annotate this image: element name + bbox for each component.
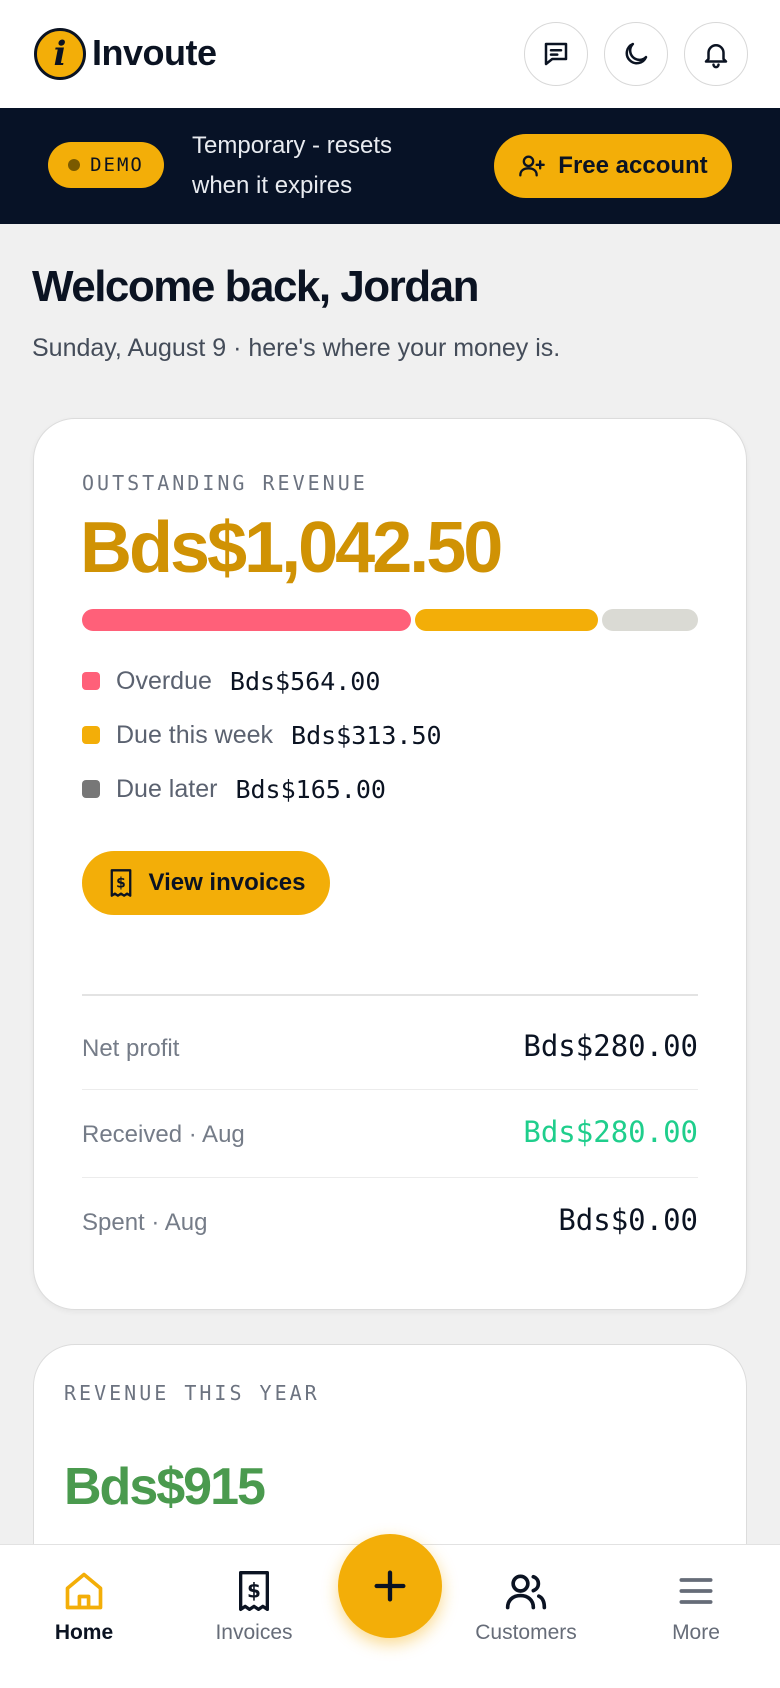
revenue-year-label: REVENUE THIS YEAR <box>64 1381 320 1405</box>
moon-icon <box>625 42 648 65</box>
page-title: Welcome back, Jordan <box>32 262 480 311</box>
due-this-week-dot <box>82 726 100 744</box>
due-later-dot <box>82 780 100 798</box>
home-icon <box>65 1572 103 1610</box>
add-user-icon <box>519 155 546 177</box>
nav-customers-label: Customers <box>475 1621 577 1644</box>
free-account-label: Free account <box>558 152 708 179</box>
outstanding-label: OUTSTANDING REVENUE <box>82 471 368 495</box>
outstanding-total: Bds$1,042.50 <box>80 508 503 588</box>
nav-more[interactable]: More <box>626 1569 766 1645</box>
nav-invoices-label: Invoices <box>215 1621 293 1644</box>
page-subtitle: Sunday, August 9 · here's where your mon… <box>32 334 561 362</box>
free-account-button[interactable]: Free account <box>494 134 732 198</box>
due-later-segment <box>601 609 698 631</box>
demo-dot <box>68 159 81 171</box>
brand-name: Invoute <box>92 32 217 73</box>
overdue-segment <box>82 609 411 631</box>
logo[interactable]: i <box>34 28 86 80</box>
legend-due-later: Due later Bds$165.00 <box>82 771 386 807</box>
top-bar: i Invoute <box>0 0 780 108</box>
notifications-button[interactable] <box>684 22 748 86</box>
revenue-year-value: Bds$915 <box>64 1458 266 1516</box>
received-label: Received · Aug <box>82 1121 245 1148</box>
view-invoices-label: View invoices <box>148 869 306 896</box>
view-invoices-button[interactable]: $ View invoices <box>82 851 330 915</box>
plus-icon <box>374 1570 406 1602</box>
overdue-value: Bds$564.00 <box>229 666 381 696</box>
due-this-week-segment <box>414 609 598 631</box>
users-icon <box>505 1574 547 1610</box>
receipt-icon: $ <box>239 1570 269 1611</box>
demo-banner: DEMO Temporary - resets when it expires … <box>0 108 780 224</box>
spent-value: Bds$0.00 <box>558 1203 698 1237</box>
outstanding-breakdown-bar <box>82 609 698 631</box>
demo-badge-text: DEMO <box>90 154 144 176</box>
nav-more-label: More <box>672 1621 720 1644</box>
banner-message: Temporary - resets when it expires <box>192 132 393 199</box>
net-profit-label: Net profit <box>82 1035 180 1062</box>
due-this-week-label: Due this week <box>116 720 274 749</box>
receipt-icon: $ <box>110 869 131 897</box>
svg-text:$: $ <box>116 876 126 892</box>
net-profit-value: Bds$280.00 <box>523 1029 698 1063</box>
chat-icon <box>544 42 568 66</box>
spent-label: Spent · Aug <box>82 1209 208 1236</box>
due-this-week-value: Bds$313.50 <box>291 720 442 750</box>
stat-divider <box>82 1177 698 1178</box>
theme-toggle-button[interactable] <box>604 22 668 86</box>
legend-overdue: Overdue Bds$564.00 <box>82 663 380 699</box>
messages-button[interactable] <box>524 22 588 86</box>
nav-customers[interactable]: Customers <box>456 1569 596 1645</box>
bell-icon <box>704 44 728 69</box>
svg-text:$: $ <box>247 1579 261 1603</box>
card-divider <box>82 994 698 996</box>
outstanding-revenue-card: OUTSTANDING REVENUE Bds$1,042.50 Overdue… <box>33 418 747 1310</box>
menu-icon <box>679 1578 713 1604</box>
stat-divider <box>82 1089 698 1090</box>
nav-home[interactable]: Home <box>14 1569 154 1645</box>
nav-invoices[interactable]: $ Invoices <box>184 1569 324 1645</box>
logo-letter: i <box>53 34 67 74</box>
overdue-dot <box>82 672 100 690</box>
demo-badge: DEMO <box>48 142 164 188</box>
due-later-value: Bds$165.00 <box>235 774 386 804</box>
nav-home-label: Home <box>54 1621 114 1644</box>
received-value: Bds$280.00 <box>523 1115 698 1149</box>
due-later-label: Due later <box>116 774 218 803</box>
legend-due-this-week: Due this week Bds$313.50 <box>82 717 442 753</box>
create-new-button[interactable] <box>338 1534 442 1638</box>
overdue-label: Overdue <box>116 666 212 695</box>
